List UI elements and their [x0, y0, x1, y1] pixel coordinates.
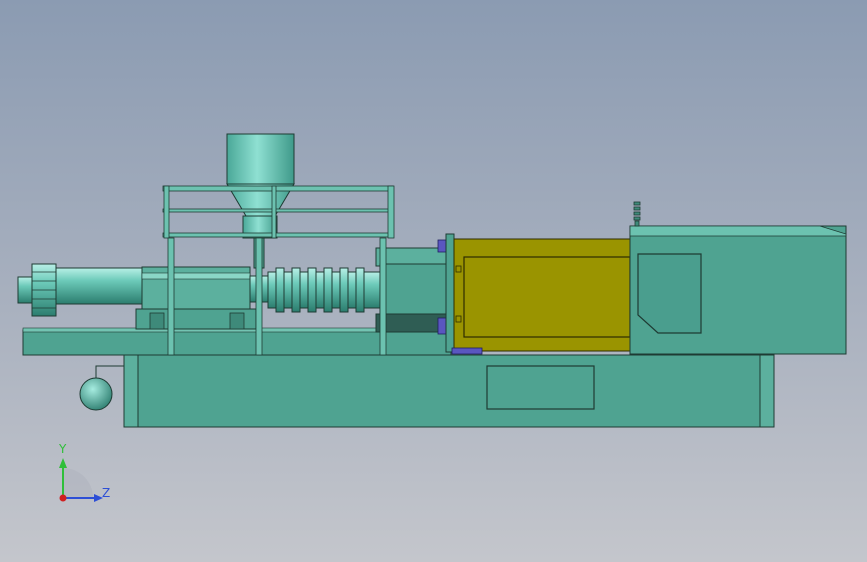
screw-section — [267, 267, 381, 313]
hydraulic-housing — [629, 201, 847, 355]
machine-base — [123, 354, 775, 428]
cad-viewport[interactable]: Y Z — [0, 0, 867, 562]
spring-valve — [633, 201, 641, 227]
machine-drawing[interactable] — [0, 0, 867, 562]
blue-clamp-top — [437, 239, 447, 253]
oil-tank — [79, 365, 124, 411]
blue-clamp-bottom — [437, 317, 447, 335]
axis-z-label: Z — [102, 486, 111, 500]
axis-y-label: Y — [59, 442, 67, 456]
coordinate-triad — [59, 458, 103, 502]
clamp-unit — [445, 233, 633, 355]
injection-barrel — [55, 266, 271, 330]
nozzle-flange — [17, 263, 57, 317]
injection-cylinder — [375, 239, 447, 335]
